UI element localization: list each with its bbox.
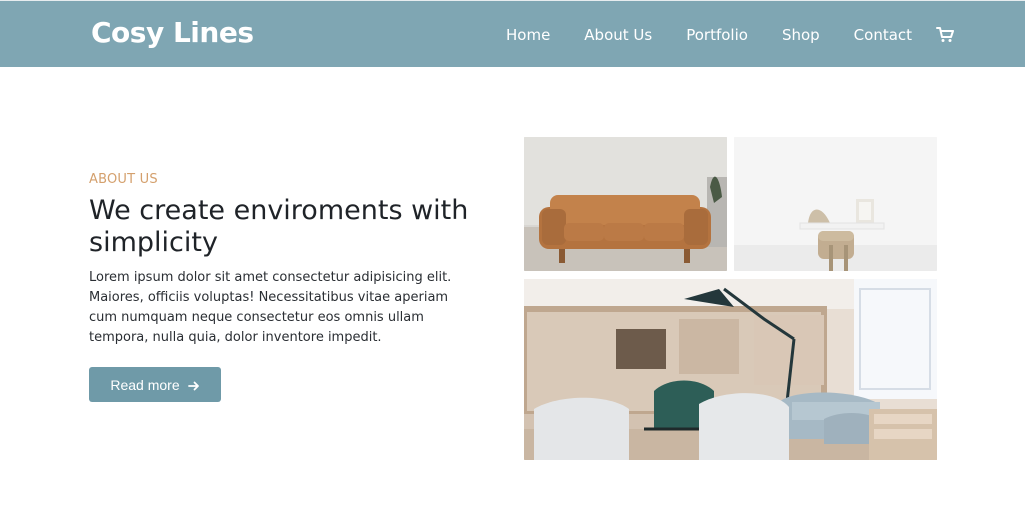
shopping-cart-icon[interactable] — [936, 27, 955, 43]
read-more-label: Read more — [110, 376, 180, 393]
lounge-image — [524, 279, 937, 460]
site-header: Cosy Lines Home About Us Portfolio Shop … — [0, 0, 1025, 67]
nav-home-link[interactable]: Home — [506, 26, 550, 44]
nav-portfolio-link[interactable]: Portfolio — [686, 26, 748, 44]
main-navigation: Home About Us Portfolio Shop Contact — [506, 25, 955, 45]
page-title: We create enviroments with simplicity — [89, 195, 469, 258]
section-kicker: ABOUT US — [89, 172, 158, 187]
about-description: Lorem ipsum dolor sit amet consectetur a… — [89, 270, 452, 345]
nav-contact-link[interactable]: Contact — [854, 26, 912, 44]
nav-about-us-link[interactable]: About Us — [584, 26, 652, 44]
nav-shop-link[interactable]: Shop — [782, 26, 820, 44]
desk-image — [734, 137, 937, 271]
sofa-image — [524, 137, 727, 271]
read-more-button[interactable]: Read more — [89, 367, 221, 402]
brand-logo-text[interactable]: Cosy Lines — [91, 16, 254, 49]
arrow-right-icon — [187, 379, 200, 391]
